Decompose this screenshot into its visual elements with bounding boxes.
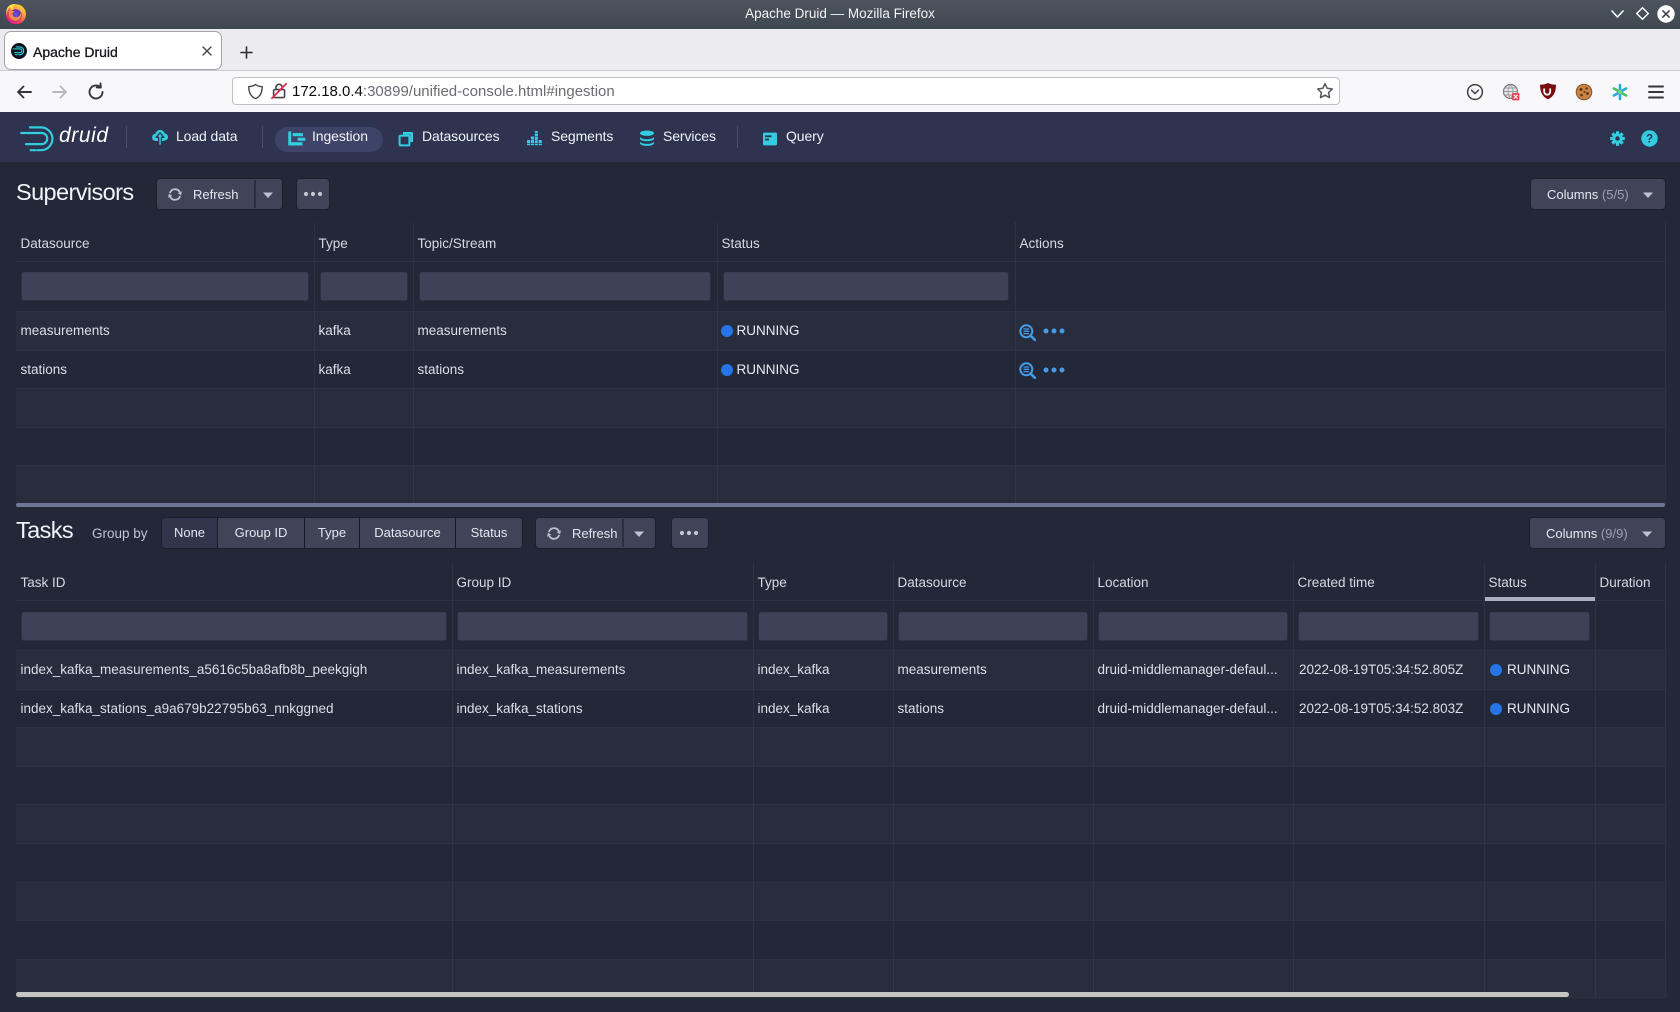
svg-text:?: ? xyxy=(1646,134,1653,146)
